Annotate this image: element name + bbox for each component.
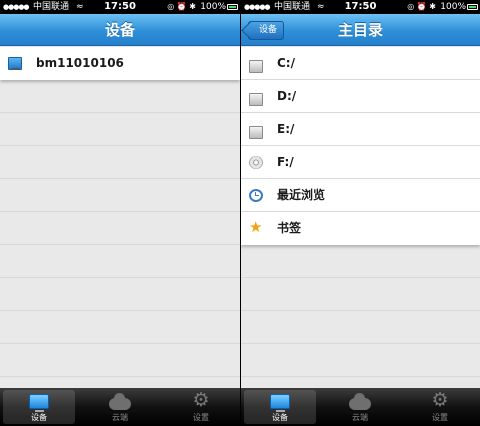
tab-settings[interactable]: ⚙ 设置 xyxy=(162,388,240,426)
tab-label: 设置 xyxy=(432,413,448,422)
bookmarks-item[interactable]: ★ 书签 xyxy=(241,212,480,245)
gear-icon: ⚙ xyxy=(431,389,449,411)
nav-bar: 设备 主目录 xyxy=(241,14,480,46)
status-bar: ●●●●● 中国联通 ≈ 17:50 ◎ ⏰ ✱ 100% xyxy=(241,0,480,14)
home-directory-screen: ●●●●● 中国联通 ≈ 17:50 ◎ ⏰ ✱ 100% 设备 主目录 C:/… xyxy=(241,0,480,426)
page-title: 主目录 xyxy=(337,21,383,39)
cloud-icon xyxy=(109,393,131,410)
drive-item-c[interactable]: C:/ xyxy=(241,47,480,80)
tab-label: 设置 xyxy=(193,413,209,422)
tab-settings[interactable]: ⚙ 设置 xyxy=(401,388,479,426)
monitor-icon xyxy=(270,394,290,412)
tab-label: 设备 xyxy=(31,413,47,422)
drive-icon xyxy=(249,93,263,106)
status-indicators-icon: ◎ ⏰ ✱ xyxy=(167,2,196,11)
status-indicators-icon: ◎ ⏰ ✱ xyxy=(407,2,436,11)
tab-label: 设备 xyxy=(272,413,288,422)
drive-item-e[interactable]: E:/ xyxy=(241,113,480,146)
drive-item-f[interactable]: F:/ xyxy=(241,146,480,179)
tab-bar: 设备 云端 ⚙ 设置 xyxy=(241,388,480,426)
devices-screen: ●●●●● 中国联通 ≈ 17:50 ◎ ⏰ ✱ 100% 设备 bm11010… xyxy=(0,0,240,426)
battery-icon xyxy=(467,4,478,10)
tab-label: 云端 xyxy=(352,413,368,422)
tab-cloud[interactable]: 云端 xyxy=(81,388,159,426)
directory-list: C:/ D:/ E:/ F:/ 最近浏览 ★ 书签 xyxy=(241,47,480,245)
star-icon: ★ xyxy=(249,218,263,236)
monitor-icon xyxy=(8,57,22,70)
cloud-icon xyxy=(349,393,371,410)
clock-icon xyxy=(249,189,263,202)
drive-item-d[interactable]: D:/ xyxy=(241,80,480,113)
item-label: 最近浏览 xyxy=(277,188,326,202)
status-bar: ●●●●● 中国联通 ≈ 17:50 ◎ ⏰ ✱ 100% xyxy=(0,0,240,14)
tab-devices[interactable]: 设备 xyxy=(241,388,319,426)
cd-drive-icon xyxy=(249,156,263,169)
device-name: bm11010106 xyxy=(36,56,124,70)
item-label: C:/ xyxy=(277,56,295,70)
battery-percent: 100% xyxy=(200,2,226,12)
tab-cloud[interactable]: 云端 xyxy=(321,388,399,426)
item-label: F:/ xyxy=(277,155,294,169)
battery-percent: 100% xyxy=(440,2,466,12)
item-label: D:/ xyxy=(277,89,297,103)
nav-bar: 设备 xyxy=(0,14,240,46)
tab-bar: 设备 云端 ⚙ 设置 xyxy=(0,388,240,426)
tab-devices[interactable]: 设备 xyxy=(0,388,78,426)
gear-icon: ⚙ xyxy=(192,389,210,411)
drive-icon xyxy=(249,60,263,73)
recent-browsing-item[interactable]: 最近浏览 xyxy=(241,179,480,212)
monitor-icon xyxy=(29,394,49,412)
page-title: 设备 xyxy=(104,21,135,39)
list-background xyxy=(0,47,240,388)
drive-icon xyxy=(249,126,263,139)
tab-label: 云端 xyxy=(112,413,128,422)
item-label: E:/ xyxy=(277,122,295,136)
device-item[interactable]: bm11010106 xyxy=(0,47,240,80)
battery-icon xyxy=(227,4,238,10)
item-label: 书签 xyxy=(277,221,302,235)
device-list: bm11010106 xyxy=(0,47,240,80)
